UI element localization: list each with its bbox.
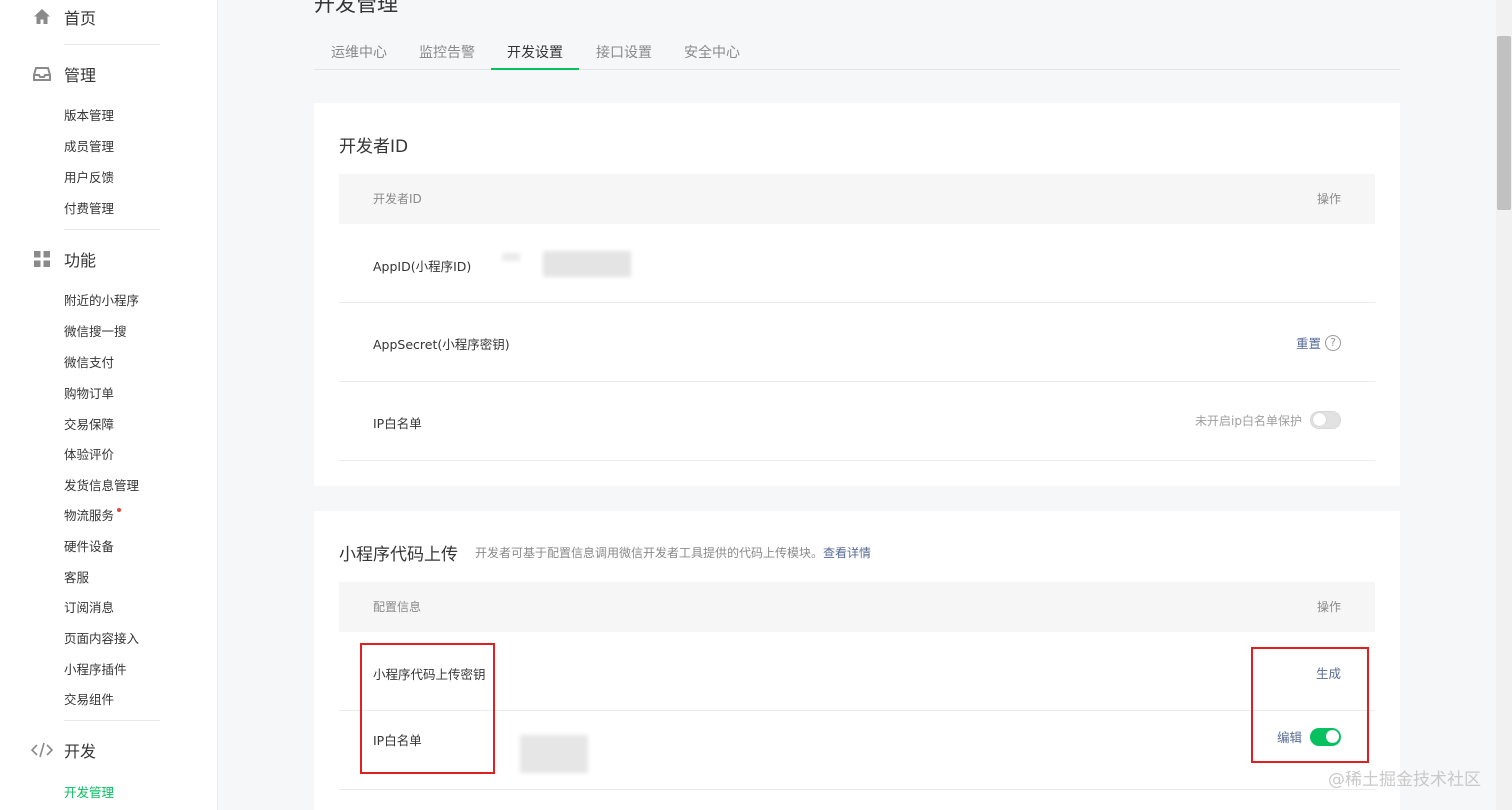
sidebar-item-search[interactable]: 微信搜一搜 (64, 323, 127, 341)
code-upload-table-header: 配置信息 操作 (339, 582, 1375, 632)
table-row-ip-whitelist: IP白名单 未开启ip白名单保护 (339, 382, 1375, 461)
notification-dot (117, 508, 122, 512)
sidebar-item-subscribe[interactable]: 订阅消息 (64, 599, 114, 617)
sidebar-dev-label: 开发 (64, 742, 97, 761)
sidebar-divider (64, 229, 160, 230)
sidebar-item-wechat-pay[interactable]: 微信支付 (64, 354, 114, 372)
code-upload-title: 小程序代码上传 (339, 545, 458, 565)
appid-value-redacted (543, 251, 631, 277)
code-icon (30, 738, 54, 762)
sidebar-manage-label: 管理 (64, 66, 97, 85)
sidebar-manage[interactable]: 管理 (30, 59, 96, 89)
sidebar-item-orders[interactable]: 购物订单 (64, 385, 114, 403)
sidebar-home[interactable]: 首页 (30, 2, 96, 32)
column-header-action: 操作 (1316, 600, 1341, 614)
developer-id-title: 开发者ID (339, 137, 409, 157)
sidebar-divider (64, 44, 160, 45)
appsecret-actions: 重置 ? (1296, 333, 1341, 352)
grid-icon (30, 247, 54, 271)
sidebar-item-customer-service[interactable]: 客服 (64, 569, 89, 587)
column-header-action: 操作 (1316, 192, 1341, 206)
highlight-box-left (360, 643, 495, 774)
column-header-developer-id: 开发者ID (373, 192, 422, 206)
developer-id-table-header: 开发者ID 操作 (339, 174, 1375, 224)
sidebar-divider (64, 720, 160, 721)
active-tab-indicator (491, 68, 579, 70)
sidebar-item-hardware[interactable]: 硬件设备 (64, 538, 114, 556)
sidebar-item-members[interactable]: 成员管理 (64, 138, 114, 156)
page-title: 开发管理 (314, 0, 398, 16)
sidebar-item-version[interactable]: 版本管理 (64, 107, 114, 125)
tab-security[interactable]: 安全中心 (684, 42, 740, 62)
sidebar-item-plugin[interactable]: 小程序插件 (64, 661, 127, 679)
tab-api-settings[interactable]: 接口设置 (596, 42, 652, 62)
ip-whitelist-value-redacted (520, 735, 588, 773)
sidebar-item-logistics[interactable]: 物流服务 (64, 507, 122, 525)
view-details-link[interactable]: 查看详情 (823, 546, 871, 560)
sidebar-item-trade-component[interactable]: 交易组件 (64, 691, 114, 709)
appsecret-label: AppSecret(小程序密钥) (373, 337, 510, 352)
tab-ops[interactable]: 运维中心 (331, 42, 387, 62)
sidebar-function[interactable]: 功能 (30, 244, 96, 274)
sidebar-item-payment[interactable]: 付费管理 (64, 200, 114, 218)
reset-button[interactable]: 重置 (1296, 333, 1321, 352)
home-icon (30, 5, 54, 29)
sidebar-item-nearby[interactable]: 附近的小程序 (64, 292, 139, 310)
appid-value-redacted (502, 253, 520, 261)
ip-protection-status: 未开启ip白名单保护 (1195, 413, 1302, 428)
tab-monitor[interactable]: 监控告警 (419, 42, 475, 62)
inbox-icon (30, 62, 54, 86)
ip-protection-toggle[interactable] (1310, 411, 1341, 429)
tab-dev-settings[interactable]: 开发设置 (507, 42, 563, 62)
sidebar-item-feedback[interactable]: 用户反馈 (64, 169, 114, 187)
ip-whitelist-actions: 未开启ip白名单保护 (1195, 411, 1341, 429)
sidebar-function-label: 功能 (64, 251, 97, 270)
watermark: @稀土掘金技术社区 (1328, 770, 1481, 790)
ip-whitelist-label: IP白名单 (373, 416, 422, 431)
highlight-box-right (1251, 647, 1369, 763)
table-row-appid: AppID(小程序ID) (339, 224, 1375, 303)
scrollbar-thumb[interactable] (1497, 36, 1511, 210)
sidebar-home-label: 首页 (64, 9, 97, 28)
sidebar-item-content[interactable]: 页面内容接入 (64, 630, 139, 648)
sidebar-item-trade-guarantee[interactable]: 交易保障 (64, 416, 114, 434)
help-icon[interactable]: ? (1325, 334, 1341, 351)
tab-bar: 运维中心 监控告警 开发设置 接口设置 安全中心 (314, 36, 1400, 70)
sidebar-item-dev-manage[interactable]: 开发管理 (64, 784, 114, 802)
appid-label: AppID(小程序ID) (373, 259, 472, 274)
developer-id-card: 开发者ID 开发者ID 操作 AppID(小程序ID) AppSecret(小程… (314, 103, 1400, 486)
toggle-knob (1313, 413, 1326, 426)
sidebar-item-shipping[interactable]: 发货信息管理 (64, 477, 139, 495)
sidebar-item-review[interactable]: 体验评价 (64, 446, 114, 464)
column-header-config: 配置信息 (373, 600, 422, 614)
table-row-appsecret: AppSecret(小程序密钥) 重置 ? (339, 303, 1375, 382)
sidebar: 首页 管理 版本管理 成员管理 用户反馈 付费管理 功能 附近的小程序 微信搜一… (0, 0, 218, 810)
sidebar-item-logistics-label: 物流服务 (64, 508, 115, 523)
code-upload-desc-text: 开发者可基于配置信息调用微信开发者工具提供的代码上传模块。 (475, 546, 824, 560)
code-upload-desc: 开发者可基于配置信息调用微信开发者工具提供的代码上传模块。查看详情 (475, 544, 871, 561)
sidebar-dev[interactable]: 开发 (30, 735, 96, 765)
